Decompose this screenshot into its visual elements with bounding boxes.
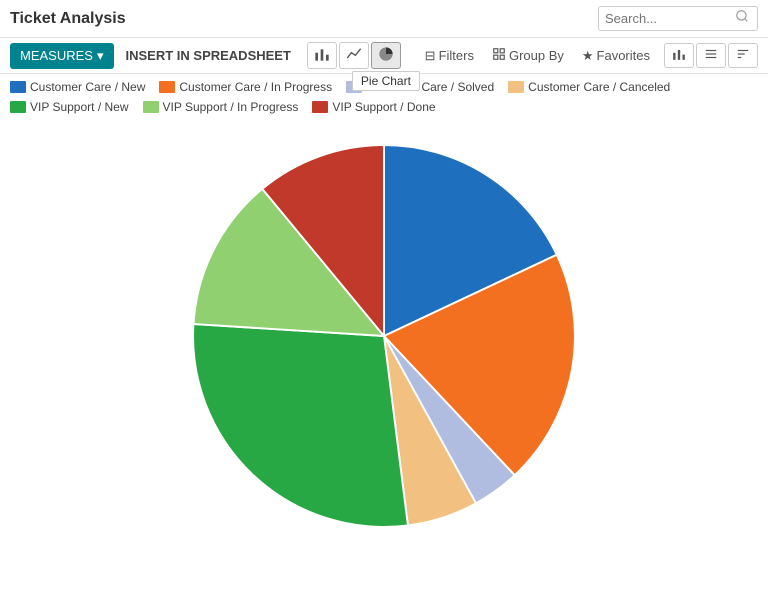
legend-item: VIP Support / In Progress [143, 100, 299, 114]
legend-color [10, 101, 26, 113]
legend-color [10, 81, 26, 93]
pie-chart-tooltip: Pie Chart [352, 71, 420, 91]
legend-label: VIP Support / New [30, 100, 129, 114]
measures-chevron-icon: ▾ [97, 48, 104, 64]
filter-icon: ⊟ [425, 48, 436, 64]
search-input[interactable] [605, 11, 735, 26]
legend-item: VIP Support / New [10, 100, 129, 114]
group-by-icon [492, 47, 506, 64]
toolbar-right: ⊟ Filters Group By ★ Favorites [421, 43, 758, 68]
insert-spreadsheet-button[interactable]: INSERT IN SPREADSHEET [118, 43, 299, 68]
line-chart-button[interactable] [339, 42, 369, 69]
measures-label: MEASURES [20, 48, 93, 63]
search-icon [735, 9, 749, 28]
legend-color [159, 81, 175, 93]
legend-item: Customer Care / Canceled [508, 80, 670, 94]
header: Ticket Analysis [0, 0, 768, 38]
favorites-button[interactable]: ★ Favorites [578, 44, 654, 68]
filters-button[interactable]: ⊟ Filters [421, 44, 478, 68]
pie-chart-svg [154, 126, 614, 546]
legend-item: VIP Support / Done [312, 100, 435, 114]
legend-label: VIP Support / In Progress [163, 100, 299, 114]
legend-label: Customer Care / Canceled [528, 80, 670, 94]
view-icons [664, 43, 758, 68]
measures-button[interactable]: MEASURES ▾ [10, 43, 114, 69]
legend-color [508, 81, 524, 93]
list-view-button[interactable] [696, 43, 726, 68]
bar-chart-button[interactable] [307, 42, 337, 69]
legend-item: Customer Care / In Progress [159, 80, 332, 94]
pie-chart-button[interactable]: Pie Chart [371, 42, 401, 69]
legend-item: Customer Care / New [10, 80, 145, 94]
search-box[interactable] [598, 6, 758, 31]
legend-color [312, 101, 328, 113]
sort-view-button[interactable] [728, 43, 758, 68]
bar-view-button[interactable] [664, 43, 694, 68]
legend-label: VIP Support / Done [332, 100, 435, 114]
chart-area [0, 116, 768, 546]
pie-segment [193, 324, 408, 527]
page-title: Ticket Analysis [10, 10, 126, 28]
toolbar: MEASURES ▾ INSERT IN SPREADSHEET Pie Cha… [0, 38, 768, 74]
legend-color [143, 101, 159, 113]
star-icon: ★ [582, 48, 594, 64]
legend-label: Customer Care / New [30, 80, 145, 94]
group-by-button[interactable]: Group By [488, 43, 568, 68]
chart-type-icons: Pie Chart [307, 42, 401, 69]
legend-label: Customer Care / In Progress [179, 80, 332, 94]
